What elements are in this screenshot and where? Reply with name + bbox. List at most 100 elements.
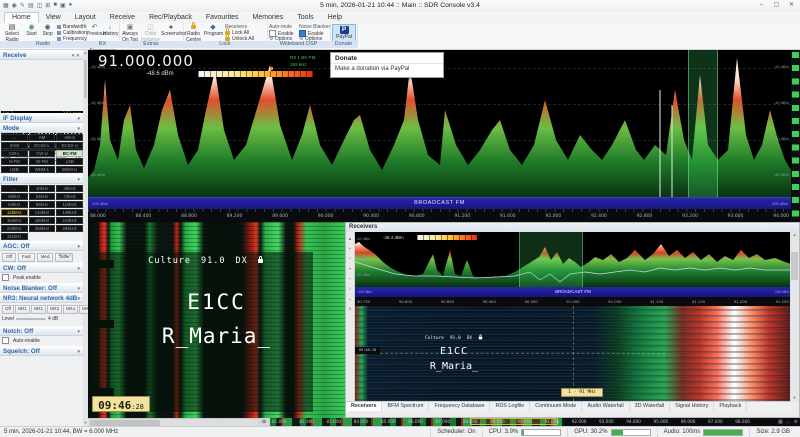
agc-button[interactable]: Off — [2, 253, 16, 262]
filter-button[interactable]: 110kHz — [56, 201, 83, 208]
receivers-window-title[interactable]: Receivers — [346, 223, 799, 232]
filter-button[interactable]: 148kHz — [56, 209, 83, 216]
receivers-tab[interactable]: RDS Logfile — [490, 402, 530, 411]
filter-button[interactable]: 96kHz — [29, 201, 56, 208]
filter-button[interactable]: 120kHz — [1, 209, 28, 216]
ribbon-tab[interactable]: Rec/Playback — [142, 12, 199, 23]
mode-button[interactable]: AM — [29, 134, 56, 141]
filter-button[interactable]: 48kHz — [56, 185, 83, 192]
section-cw[interactable]: CW: Off▾ — [0, 263, 83, 273]
receivers-tab[interactable]: Receivers — [346, 402, 382, 411]
frequency-scale[interactable]: 88.00088.40088.80089.20089.60090.00090.4… — [88, 209, 791, 222]
filter-button[interactable]: ... — [1, 185, 28, 192]
ribbon-tab[interactable]: Receive — [103, 12, 142, 23]
receivers-tab[interactable]: Audio Waterfall — [582, 402, 629, 411]
ribbon-tab[interactable]: Home — [4, 12, 39, 23]
zoom-waterfall-display[interactable]: Culture 91.0 DX E1CC R_Maria_ 09:46:28 — [88, 222, 345, 418]
filter-button[interactable]: 84kHz — [1, 201, 28, 208]
filter-button[interactable]: 72kHz — [56, 193, 83, 200]
filter-button[interactable]: 56kHz — [1, 193, 28, 200]
ribbon-tab[interactable]: Help — [321, 12, 349, 23]
section-squelch[interactable]: Squelch: Off▾ — [0, 346, 83, 356]
filter-button[interactable]: 40kHz — [29, 185, 56, 192]
agc-tool-icon[interactable]: ≡ — [64, 253, 67, 259]
nr-button[interactable]: NR2 — [31, 305, 46, 314]
receivers-tab[interactable]: Continuum Mode — [530, 402, 582, 411]
filter-button[interactable]: 64kHz — [29, 193, 56, 200]
mode-button[interactable]: AM-S — [56, 134, 83, 141]
close-icon[interactable]: ✕ — [76, 53, 80, 59]
mode-button[interactable]: WDM-L — [29, 166, 56, 173]
toolbar-icon[interactable]: ▫ — [349, 276, 351, 281]
agc-tool-icon[interactable]: ↶ — [58, 253, 62, 259]
mode-button[interactable]: ... — [1, 134, 28, 141]
receivers-scrollbar[interactable]: ▲▼ — [790, 232, 799, 401]
section-if-display[interactable]: IF Display▾ — [0, 113, 83, 123]
receivers-tab[interactable]: 3D Waterfall — [630, 402, 670, 411]
mode-button[interactable]: SAM — [1, 142, 28, 149]
section-notch[interactable]: Notch: Off▾ — [0, 326, 83, 336]
ribbon-tab[interactable]: View — [39, 12, 68, 23]
filter-button[interactable]: 256kHz — [29, 225, 56, 232]
filter-button[interactable]: 284kHz — [56, 225, 83, 232]
filter-button[interactable]: 164kHz — [1, 217, 28, 224]
program-lock-button[interactable]: ◆ Program — [204, 24, 222, 38]
section-noise-blanker[interactable]: Noise Blanker: Off▾ — [0, 283, 83, 293]
toolbar-icon[interactable]: ↔ — [348, 296, 353, 301]
agc-button[interactable]: Fast — [18, 253, 35, 262]
mode-button[interactable]: ECSS-L — [29, 142, 56, 149]
cw-peak-enable[interactable]: Peak enable — [2, 274, 82, 281]
filter-button[interactable]: 311kHz — [1, 233, 28, 240]
receivers-tab[interactable]: Playback — [714, 402, 747, 411]
navigator-zoom-button[interactable]: ⊕ — [258, 418, 270, 426]
level-slider[interactable] — [16, 318, 46, 320]
filter-button[interactable]: 180kHz — [29, 217, 56, 224]
nr-button[interactable]: NR4 — [63, 305, 78, 314]
filter-button[interactable]: 230kHz — [1, 225, 28, 232]
receivers-tab[interactable]: BFM Spectrum — [382, 402, 429, 411]
scrollbar-thumb[interactable] — [791, 252, 798, 280]
mode-button[interactable]: W-FM — [29, 158, 56, 165]
level-indicator-rail[interactable] — [791, 50, 800, 222]
mode-button[interactable]: N-FM — [1, 158, 28, 165]
mode-button[interactable]: USB — [1, 166, 28, 173]
receive-panel-header[interactable]: Receive ▾ ✕ — [0, 50, 83, 60]
maximize-button[interactable]: ▢ — [770, 1, 783, 10]
tuned-passband-highlight[interactable] — [688, 50, 718, 197]
toolbar-icon[interactable]: ▪ — [349, 266, 351, 271]
mode-button[interactable]: ECSS-U — [56, 142, 83, 149]
previous-frequency-button[interactable]: ↶ Previous — [87, 24, 102, 38]
mode-button[interactable]: BC-FM — [56, 150, 83, 157]
history-button[interactable]: ↓ History — [103, 24, 117, 38]
ribbon-tab[interactable]: Tools — [290, 12, 320, 23]
mode-button[interactable]: WDM-U — [56, 166, 83, 173]
section-filter[interactable]: Filter▾ — [0, 174, 83, 184]
toolbar-icon[interactable]: ≡ — [349, 306, 352, 311]
screenshot-button[interactable]: ● Screenshot — [161, 24, 181, 38]
receiver-frequency-scale[interactable]: 90.75090.80090.85090.90090.95091.00091.0… — [355, 297, 791, 306]
toolbar-icon[interactable]: − — [349, 256, 352, 261]
mode-button[interactable]: LSB — [56, 158, 83, 165]
mode-button[interactable]: CW-L — [1, 150, 28, 157]
agc-button[interactable]: Med — [37, 253, 54, 262]
receiver-passband-highlight[interactable] — [519, 232, 583, 287]
receivers-tab[interactable]: Frequency Database — [429, 402, 490, 411]
toolbar-icon[interactable]: ▴ — [349, 236, 351, 241]
ribbon-tab[interactable]: Favourites — [199, 12, 246, 23]
navigator-tool-icon[interactable]: ↔ — [786, 418, 791, 426]
receivers-tab[interactable]: Signal History — [670, 402, 714, 411]
receiver-marker-badge[interactable]: 1 · 91 MHz — [561, 388, 603, 397]
chevron-down-icon[interactable]: ▾ — [72, 53, 75, 59]
nr-button[interactable]: NR1 — [15, 305, 30, 314]
section-agc[interactable]: AGC: Off▾ — [0, 241, 83, 251]
section-nr[interactable]: NR3: Neural network 4dB▾ — [0, 293, 83, 303]
close-button[interactable]: ✕ — [785, 1, 798, 10]
nr-button[interactable]: NR3 — [47, 305, 62, 314]
filter-button[interactable]: 134kHz — [29, 209, 56, 216]
receiver-spectrum-display[interactable]: -40 dBm -60 dBm -80 dBm -48.4 dBm — [355, 232, 791, 287]
navigator-tool-icon[interactable]: ▦ — [778, 418, 783, 426]
ribbon-tab[interactable]: Memories — [246, 12, 291, 23]
mode-button[interactable]: CW-U — [29, 150, 56, 157]
notch-auto-enable[interactable]: Auto-enable — [2, 337, 82, 344]
receiver-waterfall-display[interactable]: 09:46:28 Culture 91.0 DX E1CC R_Maria_ 1… — [355, 306, 791, 401]
